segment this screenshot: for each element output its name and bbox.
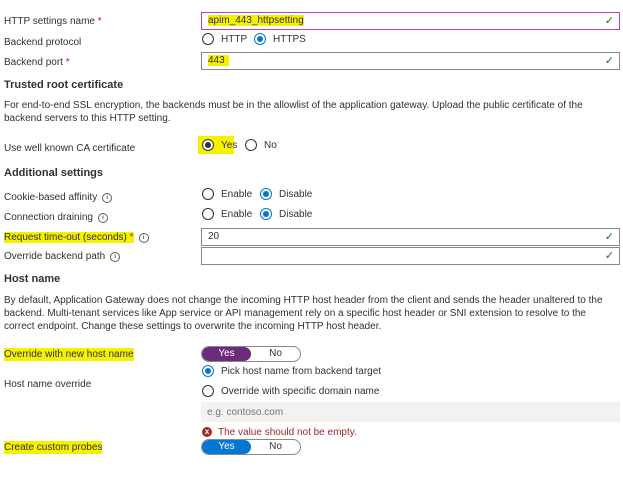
- ca-no-label: No: [264, 140, 277, 151]
- draining-disable-label: Disable: [279, 209, 313, 220]
- info-icon[interactable]: i: [110, 252, 121, 262]
- request-timeout-label: Request time-out (seconds) * i: [4, 231, 149, 244]
- ca-yes-radio[interactable]: [202, 139, 214, 151]
- override-no-option[interactable]: No: [251, 347, 300, 361]
- probes-yes-option[interactable]: Yes: [202, 440, 251, 454]
- check-icon: ✓: [604, 250, 614, 262]
- draining-enable-label: Enable: [221, 209, 253, 220]
- ca-yes-label: Yes: [221, 140, 238, 151]
- check-icon: ✓: [604, 15, 614, 27]
- cookie-enable-label: Enable: [221, 189, 253, 200]
- info-icon[interactable]: i: [138, 233, 149, 243]
- http-settings-name-input[interactable]: apim_443_httpsetting ✓: [201, 12, 620, 30]
- backend-port-input[interactable]: 443 ✓: [201, 52, 620, 70]
- domain-name-input[interactable]: [201, 402, 620, 422]
- protocol-https-radio[interactable]: [254, 33, 266, 45]
- check-icon: ✓: [604, 231, 614, 243]
- draining-disable-radio[interactable]: [260, 208, 272, 220]
- host-name-heading: Host name: [4, 273, 61, 285]
- pick-host-radio[interactable]: [202, 365, 214, 377]
- trusted-root-heading: Trusted root certificate: [4, 79, 124, 91]
- cookie-disable-radio[interactable]: [260, 188, 272, 200]
- cookie-affinity-label: Cookie-based affinity i: [4, 191, 113, 204]
- probes-no-option[interactable]: No: [251, 440, 300, 454]
- domain-error-message: The value should not be empty.: [218, 427, 357, 438]
- cookie-disable-label: Disable: [279, 189, 313, 200]
- host-name-description: By default, Application Gateway does not…: [4, 295, 603, 332]
- override-path-input[interactable]: ✓: [201, 247, 620, 265]
- http-settings-name-label: HTTP settings name *: [4, 16, 102, 27]
- info-icon[interactable]: i: [97, 213, 108, 223]
- request-timeout-input[interactable]: 20 ✓: [201, 228, 620, 246]
- protocol-http-label: HTTP: [221, 34, 248, 45]
- override-domain-label: Override with specific domain name: [221, 386, 380, 397]
- custom-probes-label: Create custom probes: [4, 441, 103, 454]
- ca-certificate-label: Use well known CA certificate: [4, 143, 136, 154]
- custom-probes-toggle[interactable]: Yes No: [201, 439, 301, 455]
- connection-draining-label: Connection draining i: [4, 211, 108, 224]
- override-yes-option[interactable]: Yes: [202, 347, 251, 361]
- override-domain-radio[interactable]: [202, 385, 214, 397]
- trusted-root-description: For end-to-end SSL encryption, the backe…: [4, 100, 583, 124]
- backend-port-label: Backend port *: [4, 57, 70, 68]
- override-host-name-label: Override with new host name: [4, 348, 134, 361]
- override-host-toggle[interactable]: Yes No: [201, 346, 301, 362]
- error-circle-icon: x: [202, 427, 212, 437]
- backend-protocol-label: Backend protocol: [4, 37, 82, 48]
- override-path-label: Override backend path i: [4, 250, 121, 263]
- protocol-https-label: HTTPS: [273, 34, 306, 45]
- additional-settings-heading: Additional settings: [4, 167, 103, 179]
- draining-enable-radio[interactable]: [202, 208, 214, 220]
- protocol-http-radio[interactable]: [202, 33, 214, 45]
- info-icon[interactable]: i: [102, 193, 113, 203]
- pick-host-label: Pick host name from backend target: [221, 366, 382, 377]
- check-icon: ✓: [604, 55, 614, 67]
- ca-no-radio[interactable]: [245, 139, 257, 151]
- host-name-override-label: Host name override: [4, 379, 92, 390]
- cookie-enable-radio[interactable]: [202, 188, 214, 200]
